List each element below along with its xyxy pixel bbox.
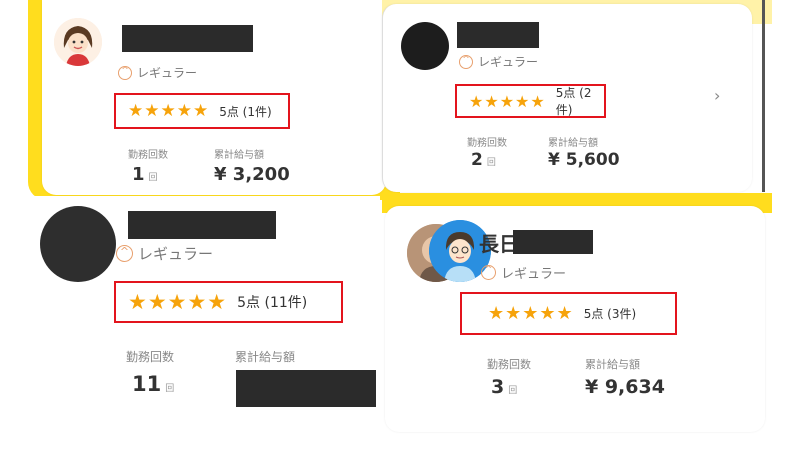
work-count-label: 勤務回数 bbox=[487, 358, 531, 371]
rank-label: レギュラー bbox=[138, 245, 214, 263]
star-icon: ★★★★★ bbox=[469, 91, 546, 111]
work-count-unit: 回 bbox=[148, 173, 158, 183]
rank-badge: ^ レギュラー bbox=[481, 263, 566, 282]
star-icon: ★★★★★ bbox=[128, 290, 228, 314]
name-redacted bbox=[128, 211, 276, 239]
rank-icon: ^ bbox=[459, 54, 473, 69]
rating-score: 5点 (11件) bbox=[237, 295, 308, 311]
rank-icon: ^ bbox=[481, 265, 496, 280]
name-redacted bbox=[513, 230, 593, 254]
worker-card-2[interactable]: ^ レギュラー ★★★★★ 5点 (2件) › 勤務回数 累計給与額 2回 ¥ … bbox=[382, 4, 752, 192]
name-redacted bbox=[457, 22, 539, 48]
name-redacted bbox=[122, 25, 253, 52]
work-count-label: 勤務回数 bbox=[467, 138, 507, 149]
card-separator bbox=[762, 0, 765, 192]
work-count-unit: 回 bbox=[165, 384, 175, 394]
rating-highlight-box: ★★★★★ 5点 (3件) bbox=[460, 292, 677, 335]
rating-highlight-box: ★★★★★ 5点 (2件) bbox=[455, 84, 606, 118]
work-count-unit: 回 bbox=[508, 386, 518, 396]
work-count-label: 勤務回数 bbox=[128, 150, 168, 161]
work-count-value: 1回 bbox=[132, 164, 158, 185]
rank-label: レギュラー bbox=[137, 66, 198, 80]
worker-card-4[interactable]: 長日 ^ レギュラー ★★★★★ 5点 (3件) 勤務回数 累計給与額 3回 ¥… bbox=[385, 206, 765, 432]
rating-score: 5点 (1件) bbox=[219, 104, 272, 119]
rating-highlight-box: ★★★★★ 5点 (1件) bbox=[114, 93, 290, 129]
rank-label: レギュラー bbox=[478, 55, 539, 69]
rating-highlight-box: ★★★★★ 5点 (11件) bbox=[114, 281, 343, 323]
work-count-value: 2回 bbox=[471, 150, 496, 170]
work-count-number: 11 bbox=[132, 372, 162, 396]
rank-badge: ^ レギュラー bbox=[459, 53, 538, 70]
total-wage-value: ¥ 3,200 bbox=[214, 164, 290, 185]
rank-badge: ^ レギュラー bbox=[118, 64, 197, 81]
rating-score: 5点 (3件) bbox=[583, 307, 637, 321]
work-count-number: 3 bbox=[491, 376, 505, 398]
rating-score: 5点 (2件) bbox=[555, 86, 592, 117]
work-count-number: 2 bbox=[471, 150, 483, 170]
avatar bbox=[54, 18, 102, 66]
total-wage-label: 累計給与額 bbox=[235, 350, 296, 364]
star-icon: ★★★★★ bbox=[488, 303, 574, 324]
rank-label: レギュラー bbox=[501, 267, 567, 282]
rank-badge: ^ レギュラー bbox=[116, 243, 213, 264]
total-wage-label: 累計給与額 bbox=[548, 138, 598, 149]
avatar bbox=[40, 206, 116, 282]
work-count-label: 勤務回数 bbox=[126, 350, 175, 364]
total-wage-value: ¥ 9,634 bbox=[585, 376, 665, 398]
total-wage-label: 累計給与額 bbox=[214, 150, 264, 161]
total-wage-value: ¥ 5,600 bbox=[548, 150, 620, 170]
worker-card-3[interactable]: ^ レギュラー ★★★★★ 5点 (11件) 勤務回数 累計給与額 11 回 bbox=[30, 196, 380, 428]
work-count-unit: 回 bbox=[486, 158, 496, 168]
worker-card-1[interactable]: ^ レギュラー ★★★★★ 5点 (1件) 勤務回数 累計給与額 1回 ¥ 3,… bbox=[42, 0, 386, 195]
work-count-value: 11 回 bbox=[132, 372, 174, 396]
rank-icon: ^ bbox=[116, 245, 133, 262]
work-count-number: 1 bbox=[132, 164, 145, 185]
total-wage-label: 累計給与額 bbox=[585, 358, 640, 371]
wage-redacted bbox=[236, 370, 376, 407]
work-count-value: 3回 bbox=[491, 376, 517, 398]
star-icon: ★★★★★ bbox=[128, 101, 210, 121]
avatar bbox=[401, 22, 449, 70]
chevron-right-icon[interactable]: › bbox=[714, 86, 720, 105]
rank-icon: ^ bbox=[118, 65, 132, 80]
